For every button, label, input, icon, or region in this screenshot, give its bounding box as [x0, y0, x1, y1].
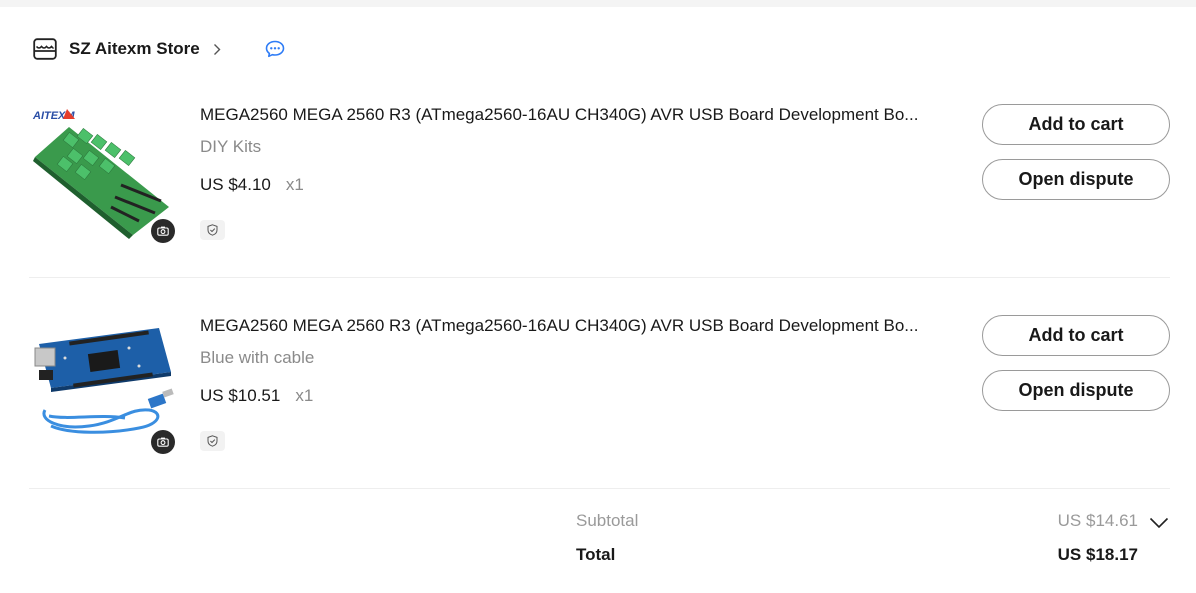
product-quantity: x1: [295, 386, 314, 405]
store-header: SZ Aitexm Store: [32, 29, 286, 69]
open-dispute-button[interactable]: Open dispute: [982, 159, 1170, 200]
open-dispute-button[interactable]: Open dispute: [982, 370, 1170, 411]
chat-icon[interactable]: [264, 38, 286, 60]
store-icon: [32, 36, 58, 62]
store-name-link[interactable]: SZ Aitexm Store: [69, 39, 200, 59]
total-value: US $18.17: [1057, 545, 1138, 564]
product-title-link[interactable]: MEGA2560 MEGA 2560 R3 (ATmega2560-16AU C…: [200, 105, 945, 125]
subtotal-label: Subtotal: [576, 511, 639, 530]
subtotal-row: Subtotal US $14.61: [576, 507, 1170, 537]
product-quantity: x1: [285, 175, 304, 194]
order-card: SZ Aitexm Store AITEXM MEGA2560 MEGA 256…: [0, 7, 1196, 593]
order-item: AITEXM MEGA2560 MEGA 2560 R3 (ATmega2560…: [29, 67, 1170, 278]
camera-icon[interactable]: [151, 219, 175, 243]
add-to-cart-button[interactable]: Add to cart: [982, 315, 1170, 356]
product-title-link[interactable]: MEGA2560 MEGA 2560 R3 (ATmega2560-16AU C…: [200, 316, 945, 336]
product-variant: Blue with cable: [200, 348, 315, 367]
order-item: MEGA2560 MEGA 2560 R3 (ATmega2560-16AU C…: [29, 278, 1170, 489]
chevron-right-icon[interactable]: [210, 42, 224, 56]
subtotal-value: US $14.61: [1057, 511, 1138, 530]
total-row: Total US $18.17: [576, 541, 1170, 571]
chevron-down-icon[interactable]: [1148, 515, 1170, 531]
total-label: Total: [576, 545, 616, 564]
price-row: US $10.51 x1: [200, 386, 313, 406]
add-to-cart-button[interactable]: Add to cart: [982, 104, 1170, 145]
product-price: US $10.51: [200, 386, 281, 405]
shield-icon: [200, 431, 225, 451]
camera-icon[interactable]: [151, 430, 175, 454]
product-variant: DIY Kits: [200, 137, 262, 156]
product-price: US $4.10: [200, 175, 271, 194]
shield-icon: [200, 220, 225, 240]
price-row: US $4.10 x1: [200, 175, 304, 195]
